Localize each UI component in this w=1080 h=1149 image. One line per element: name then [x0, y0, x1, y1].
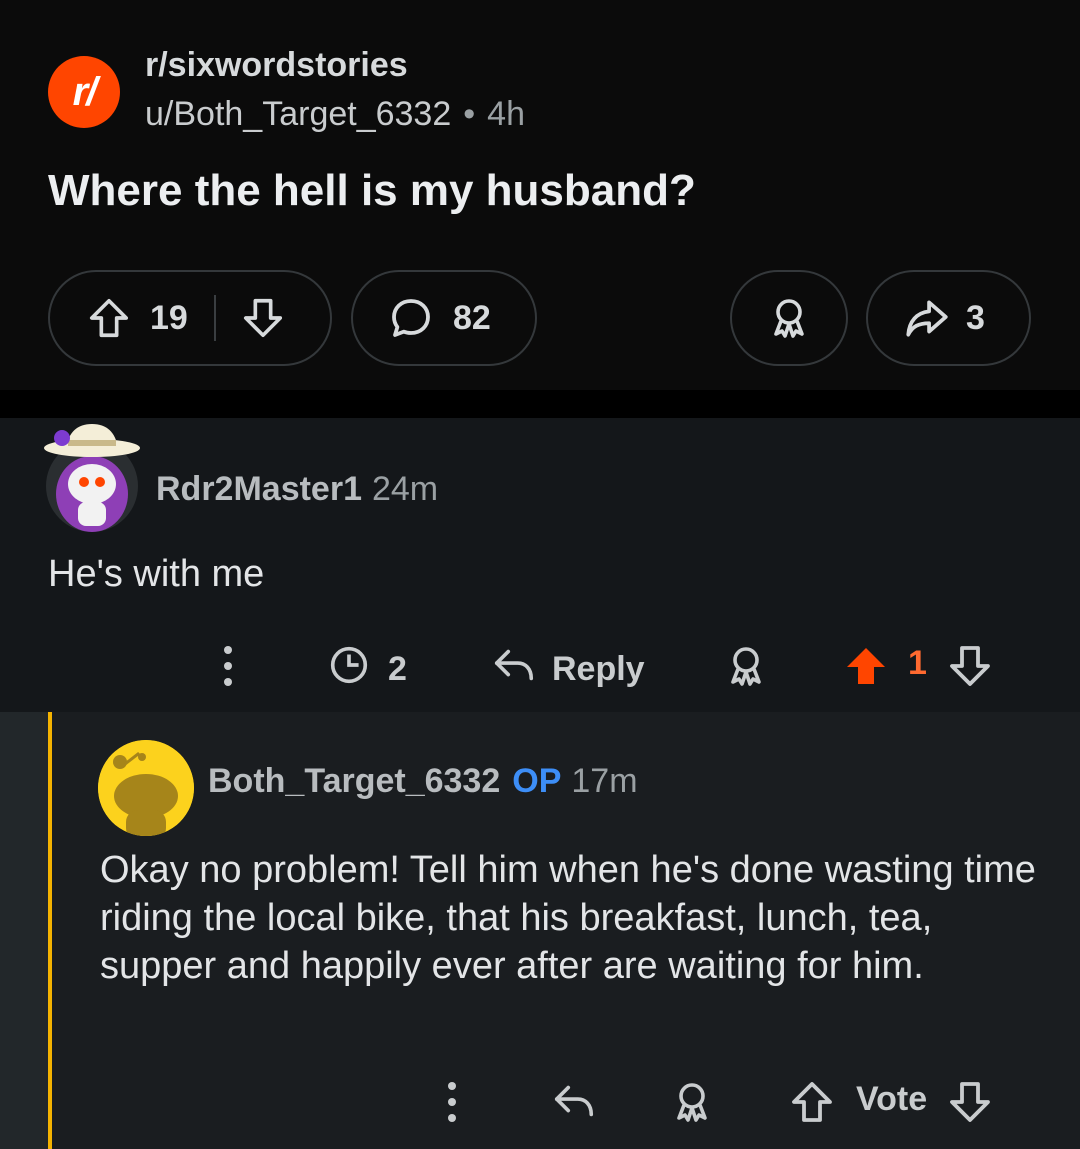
vote-count: 19: [150, 298, 188, 337]
op-badge: OP: [512, 762, 562, 800]
share-count: 3: [966, 298, 985, 337]
share-icon: [902, 293, 952, 343]
comment-actions: Vote: [0, 1076, 1080, 1132]
award-button[interactable]: [730, 270, 848, 366]
comment-actions: 2 Reply 1: [0, 640, 1080, 696]
vote-label: Vote: [856, 1080, 928, 1118]
comment-age: 24m: [371, 470, 439, 508]
reply-icon: [490, 642, 538, 697]
comment-author-line: Rdr2Master1 24m: [156, 470, 438, 509]
subreddit-icon[interactable]: r/: [48, 56, 120, 128]
vote-separator: [213, 295, 216, 341]
award-button[interactable]: [722, 642, 770, 690]
upvote-filled-icon: [847, 648, 885, 684]
meta-separator: •: [463, 95, 476, 133]
vote-bar: 19: [48, 270, 332, 366]
award-icon: [731, 647, 761, 686]
downvote-icon[interactable]: [946, 642, 994, 690]
comment-author[interactable]: Both_Target_6332: [208, 762, 500, 800]
comment-count: 82: [453, 298, 491, 337]
comments-button[interactable]: 82: [351, 270, 537, 366]
award-count-button[interactable]: 2: [326, 642, 407, 697]
comment-vote-count: 1: [908, 644, 927, 682]
section-divider: [0, 390, 1080, 418]
upvote-icon[interactable]: [86, 295, 132, 341]
comment: Rdr2Master1 24m He's with me 2 Reply 1: [0, 418, 1080, 712]
downvote-icon[interactable]: [240, 295, 286, 341]
comment-icon: [387, 294, 435, 342]
more-options-icon[interactable]: [440, 1080, 464, 1124]
upvote-icon[interactable]: [788, 1078, 836, 1126]
award-icon: [765, 294, 813, 342]
post-age: 4h: [487, 95, 525, 133]
post: r/ r/sixwordstories u/Both_Target_6332 •…: [0, 0, 1080, 390]
comment-body: Okay no problem! Tell him when he's done…: [100, 849, 1036, 987]
post-title[interactable]: Where the hell is my husband?: [48, 166, 696, 216]
comment-age: 17m: [571, 762, 638, 800]
user-avatar[interactable]: [98, 740, 194, 836]
award-icon[interactable]: [668, 1078, 716, 1126]
comment-author[interactable]: Rdr2Master1: [156, 470, 362, 508]
reply-comment: Both_Target_6332 OP 17m Okay no problem! T…: [0, 712, 1080, 1149]
post-meta: u/Both_Target_6332 • 4h: [145, 95, 525, 134]
downvote-icon[interactable]: [946, 1078, 994, 1126]
reply-button[interactable]: Reply: [490, 642, 645, 697]
reply-icon[interactable]: [550, 1078, 598, 1124]
upvote-button-active[interactable]: [842, 642, 890, 690]
share-button[interactable]: 3: [866, 270, 1031, 366]
comment-author-line: Both_Target_6332 OP 17m: [208, 762, 638, 801]
award-count: 2: [388, 650, 407, 688]
post-author[interactable]: u/Both_Target_6332: [145, 95, 451, 134]
subreddit-name[interactable]: r/sixwordstories: [145, 46, 408, 85]
user-avatar[interactable]: [40, 418, 144, 536]
reply-label: Reply: [552, 650, 645, 688]
comment-body: He's with me: [48, 553, 265, 595]
more-options-icon[interactable]: [216, 644, 240, 688]
clock-award-icon: [326, 642, 372, 697]
